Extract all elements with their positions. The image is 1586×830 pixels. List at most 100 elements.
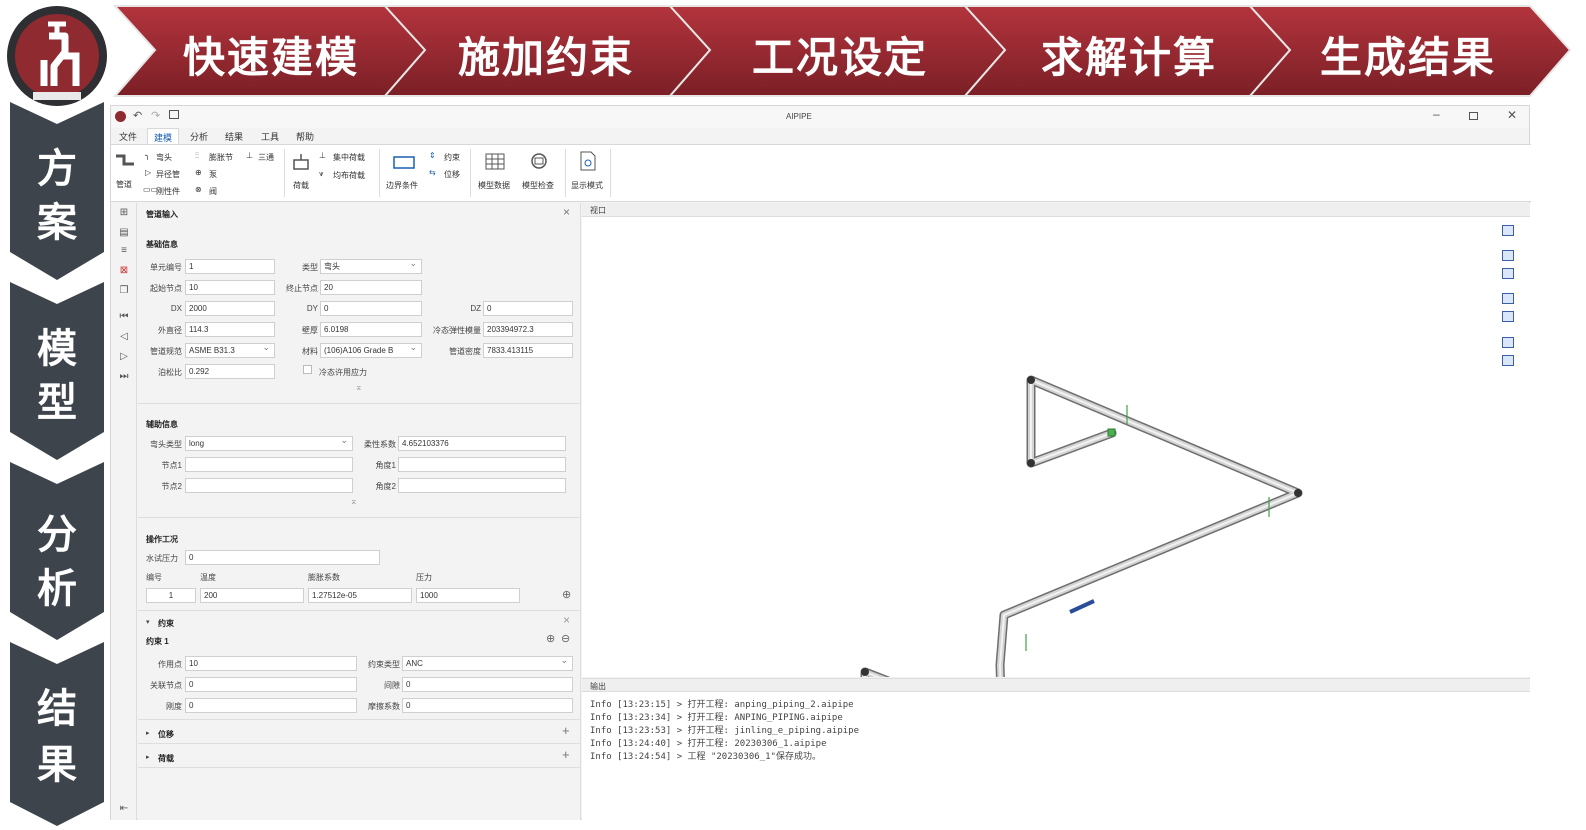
ribbon-concentrated-load[interactable]: 集中荷载 bbox=[333, 152, 365, 163]
poisson-field[interactable]: 0.292 bbox=[185, 364, 275, 379]
code-select[interactable]: ASME B31.3 bbox=[185, 343, 275, 358]
op-row-temp[interactable]: 200 bbox=[200, 588, 304, 603]
ribbon-distributed-load[interactable]: 均布荷载 bbox=[333, 170, 365, 181]
ribbon-pump[interactable]: 泵 bbox=[209, 169, 217, 180]
panel-close-icon[interactable]: × bbox=[563, 205, 570, 219]
add-load-icon[interactable]: + bbox=[562, 747, 570, 762]
ribbon-pipe[interactable]: 管道 bbox=[116, 179, 132, 190]
act-point-field[interactable]: 10 bbox=[185, 656, 357, 671]
dz-field[interactable]: 0 bbox=[483, 301, 573, 316]
menu-file[interactable]: 文件 bbox=[119, 130, 137, 143]
add-restraint-icon[interactable]: ⊕ bbox=[546, 632, 555, 645]
ribbon-tee[interactable]: 三通 bbox=[258, 152, 274, 163]
node1-field[interactable] bbox=[185, 457, 353, 472]
type-select[interactable]: 弯头 bbox=[320, 259, 422, 274]
ribbon-elbow[interactable]: 弯头 bbox=[156, 152, 172, 163]
right-view-icon[interactable] bbox=[1502, 311, 1514, 322]
ribbon-boundary[interactable]: 边界条件 bbox=[386, 180, 418, 191]
display-mode-icon bbox=[580, 151, 596, 171]
ribbon-restraint[interactable]: 约束 bbox=[444, 152, 460, 163]
undo-icon[interactable]: ↶ bbox=[133, 109, 142, 122]
ribbon-expansion[interactable]: 膨胀节 bbox=[209, 152, 233, 163]
restraint-expand-icon[interactable]: ▾ bbox=[146, 618, 150, 626]
save-icon[interactable] bbox=[169, 110, 179, 119]
od-field[interactable]: 114.3 bbox=[185, 322, 275, 337]
ribbon-valve[interactable]: 阀 bbox=[209, 186, 217, 197]
bend-type-select[interactable]: long bbox=[185, 436, 353, 451]
menu-analysis[interactable]: 分析 bbox=[190, 130, 208, 143]
menu-help[interactable]: 帮助 bbox=[296, 130, 314, 143]
numbering-icon[interactable]: ≡ bbox=[118, 245, 130, 257]
cold-allowable-checkbox[interactable] bbox=[303, 365, 312, 374]
panel-title: 管道输入 bbox=[146, 210, 178, 219]
top-view-icon[interactable] bbox=[1502, 337, 1514, 348]
iso-view-icon[interactable] bbox=[1502, 225, 1514, 236]
3d-viewport[interactable] bbox=[582, 217, 1530, 677]
element-no-field[interactable]: 1 bbox=[185, 259, 275, 274]
left-view-icon[interactable] bbox=[1502, 293, 1514, 304]
collapse-basic-icon[interactable]: ⌅ bbox=[355, 382, 363, 393]
restraint-type-select[interactable]: ANC bbox=[402, 656, 573, 671]
section-displacement[interactable]: 位移 bbox=[158, 729, 174, 740]
angle1-field[interactable] bbox=[398, 457, 566, 472]
cold-modulus-field[interactable]: 203394972.3 bbox=[483, 322, 573, 337]
dx-label: DX bbox=[170, 304, 182, 313]
flex-label: 柔性系数 bbox=[364, 440, 396, 449]
previous-icon[interactable]: ◁ bbox=[118, 331, 130, 343]
ribbon-model-data[interactable]: 模型数据 bbox=[478, 180, 510, 191]
restraint-type-label: 约束类型 bbox=[368, 660, 400, 669]
op-row-press[interactable]: 1000 bbox=[416, 588, 520, 603]
bottom-view-icon[interactable] bbox=[1502, 355, 1514, 366]
displacement-expand-icon[interactable]: ▸ bbox=[146, 729, 150, 737]
panel-toggle-icon[interactable]: ⇤ bbox=[118, 803, 130, 815]
menu-model[interactable]: 建模 bbox=[147, 128, 180, 144]
ribbon-load[interactable]: 荷载 bbox=[293, 180, 309, 191]
end-node-field[interactable]: 20 bbox=[320, 280, 422, 295]
add-displacement-icon[interactable]: + bbox=[562, 723, 570, 738]
restore-button[interactable] bbox=[1469, 112, 1478, 120]
start-node-field[interactable]: 10 bbox=[185, 280, 275, 295]
dy-field[interactable]: 0 bbox=[320, 301, 422, 316]
first-icon[interactable]: ⏮ bbox=[118, 311, 130, 323]
menu-results[interactable]: 结果 bbox=[225, 130, 243, 143]
back-view-icon[interactable] bbox=[1502, 268, 1514, 279]
collapse-aux-icon[interactable]: ⌅ bbox=[350, 496, 358, 507]
restraint-close-icon[interactable]: × bbox=[563, 613, 570, 627]
next-icon[interactable]: ▷ bbox=[118, 351, 130, 363]
density-field[interactable]: 7833.413115 bbox=[483, 343, 573, 358]
redo-icon[interactable]: ↷ bbox=[151, 109, 160, 122]
last-icon[interactable]: ⏭ bbox=[118, 371, 130, 383]
copy-icon[interactable]: ❐ bbox=[118, 285, 130, 297]
dx-field[interactable]: 2000 bbox=[185, 301, 275, 316]
ribbon-displacement[interactable]: 位移 bbox=[444, 169, 460, 180]
minimize-button[interactable]: – bbox=[1433, 107, 1440, 121]
dz-label: DZ bbox=[470, 304, 481, 313]
flex-field[interactable]: 4.652103376 bbox=[398, 436, 566, 451]
hydro-field[interactable]: 0 bbox=[185, 550, 380, 565]
ribbon-display-mode[interactable]: 显示模式 bbox=[571, 180, 603, 191]
ribbon-rigid[interactable]: 刚性件 bbox=[156, 186, 180, 197]
material-select[interactable]: (106)A106 Grade B bbox=[320, 343, 422, 358]
front-view-icon[interactable] bbox=[1502, 250, 1514, 261]
banner-step-2: 施加约束 bbox=[458, 33, 635, 82]
close-button[interactable]: ✕ bbox=[1507, 108, 1517, 122]
ribbon-reducer[interactable]: 异径管 bbox=[156, 169, 180, 180]
angle2-field[interactable] bbox=[398, 478, 566, 493]
section-loads[interactable]: 荷载 bbox=[158, 753, 174, 764]
link-node-field[interactable]: 0 bbox=[185, 677, 357, 692]
gap-field[interactable]: 0 bbox=[402, 677, 573, 692]
loads-expand-icon[interactable]: ▸ bbox=[146, 753, 150, 761]
menu-tools[interactable]: 工具 bbox=[261, 130, 279, 143]
node2-field[interactable] bbox=[185, 478, 353, 493]
wall-field[interactable]: 6.0198 bbox=[320, 322, 422, 337]
friction-field[interactable]: 0 bbox=[402, 698, 573, 713]
op-row-no[interactable]: 1 bbox=[146, 588, 196, 603]
ribbon-model-check[interactable]: 模型检查 bbox=[522, 180, 554, 191]
node-list-icon[interactable]: ⊞ bbox=[118, 207, 130, 219]
delete-icon[interactable]: ⊠ bbox=[118, 265, 130, 277]
remove-restraint-icon[interactable]: ⊖ bbox=[561, 632, 570, 645]
element-list-icon[interactable]: ▤ bbox=[118, 227, 130, 239]
stiffness-field[interactable]: 0 bbox=[185, 698, 357, 713]
op-row-exp[interactable]: 1.27512e-05 bbox=[308, 588, 412, 603]
add-case-icon[interactable]: ⊕ bbox=[562, 588, 571, 601]
